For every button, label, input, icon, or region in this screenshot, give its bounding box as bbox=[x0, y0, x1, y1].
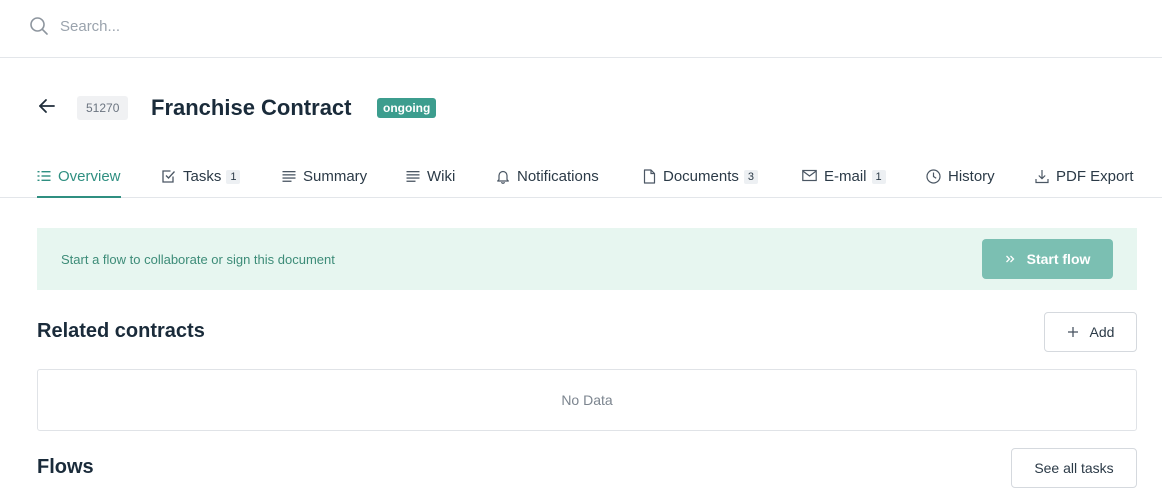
tab-wiki[interactable]: Wiki bbox=[406, 160, 455, 198]
mail-icon bbox=[802, 169, 817, 182]
document-icon bbox=[643, 169, 656, 184]
lines-icon bbox=[282, 171, 296, 182]
start-flow-label: Start flow bbox=[1026, 251, 1091, 267]
document-id-badge: 51270 bbox=[77, 96, 129, 120]
see-all-tasks-button[interactable]: See all tasks bbox=[1011, 448, 1137, 488]
flows-title: Flows bbox=[37, 456, 94, 478]
tab-history[interactable]: History bbox=[926, 160, 995, 198]
double-chevron-right-icon bbox=[1005, 255, 1015, 263]
tab-label: Notifications bbox=[517, 168, 599, 185]
related-contracts-title: Related contracts bbox=[37, 320, 205, 342]
tab-overview[interactable]: Overview bbox=[37, 160, 121, 198]
search-input[interactable] bbox=[60, 14, 460, 38]
start-flow-button[interactable]: Start flow bbox=[982, 239, 1113, 279]
tab-bar: Overview Tasks 1 Summary Wiki Notificati… bbox=[0, 160, 1162, 198]
related-contracts-empty-state: No Data bbox=[37, 369, 1137, 431]
tab-pdf-export[interactable]: PDF Export bbox=[1035, 160, 1134, 198]
page-title: Franchise Contract bbox=[151, 95, 352, 120]
tab-count-badge: 3 bbox=[743, 170, 758, 184]
tab-email[interactable]: E-mail 1 bbox=[802, 160, 886, 198]
status-badge: ongoing bbox=[377, 98, 437, 118]
tab-label: Overview bbox=[58, 168, 121, 185]
bell-icon bbox=[497, 170, 509, 184]
checkbox-icon bbox=[162, 170, 175, 183]
download-icon bbox=[1035, 170, 1049, 184]
tab-documents[interactable]: Documents 3 bbox=[643, 160, 758, 198]
tab-count-badge: 1 bbox=[226, 170, 241, 184]
tab-summary[interactable]: Summary bbox=[282, 160, 367, 198]
search-icon bbox=[30, 17, 48, 35]
see-all-tasks-label: See all tasks bbox=[1034, 460, 1114, 476]
list-icon bbox=[37, 171, 51, 181]
tab-label: Summary bbox=[303, 168, 368, 185]
back-arrow-icon[interactable] bbox=[36, 95, 58, 117]
flow-banner-text: Start a flow to collaborate or sign this… bbox=[61, 252, 335, 267]
tab-label: E-mail bbox=[824, 168, 867, 185]
clock-icon bbox=[926, 169, 941, 184]
tab-label: Wiki bbox=[427, 168, 456, 185]
tab-count-badge: 1 bbox=[871, 170, 886, 184]
tab-notifications[interactable]: Notifications bbox=[496, 160, 599, 198]
tab-label: Documents bbox=[663, 168, 739, 185]
plus-icon bbox=[1067, 327, 1078, 337]
top-bar bbox=[0, 0, 1162, 58]
flow-banner: Start a flow to collaborate or sign this… bbox=[37, 228, 1137, 290]
tab-tasks[interactable]: Tasks 1 bbox=[161, 160, 241, 198]
lines-icon bbox=[406, 171, 420, 182]
add-label: Add bbox=[1089, 324, 1115, 340]
tab-label: PDF Export bbox=[1056, 168, 1134, 185]
tab-label: History bbox=[948, 168, 995, 185]
empty-text: No Data bbox=[561, 392, 613, 408]
add-related-contract-button[interactable]: Add bbox=[1044, 312, 1137, 352]
tab-label: Tasks bbox=[183, 168, 222, 185]
